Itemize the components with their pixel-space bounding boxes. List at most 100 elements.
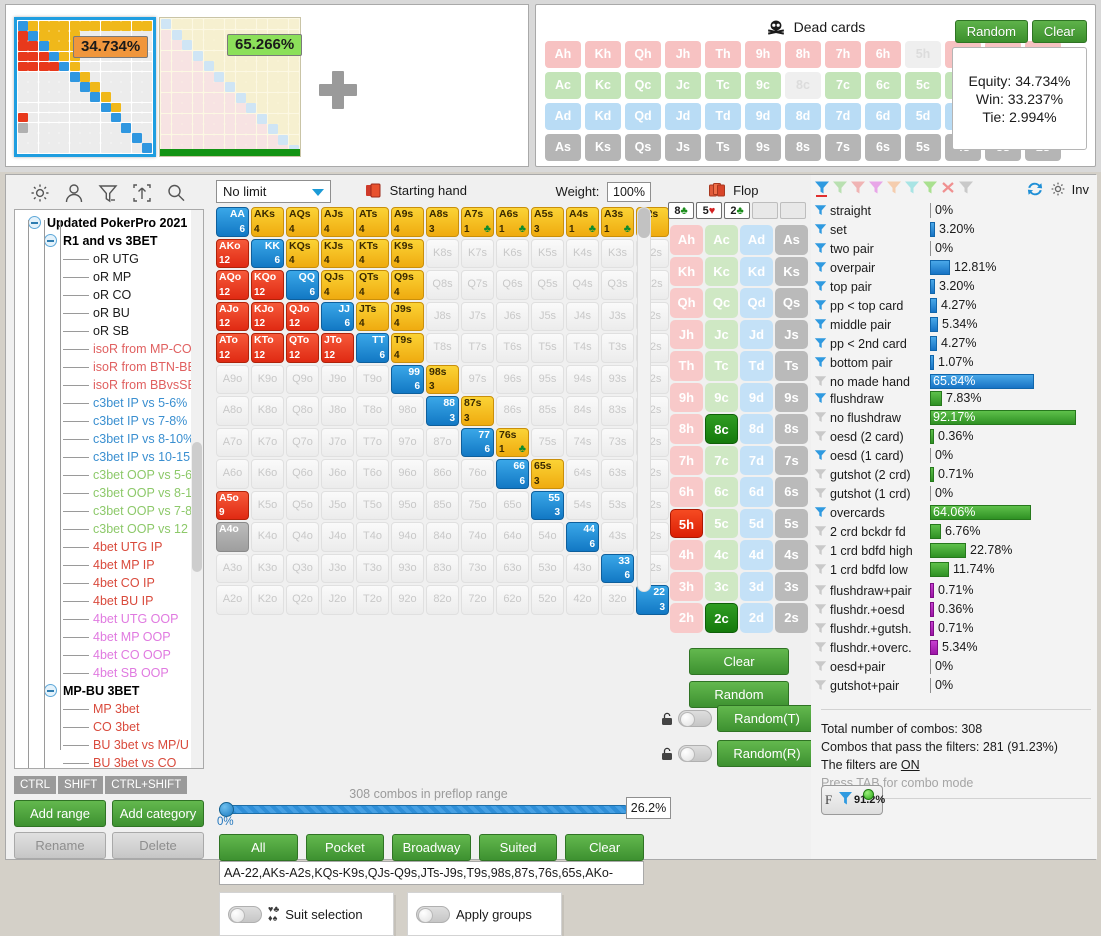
- board-card-2d[interactable]: 2d: [740, 603, 773, 633]
- board-card-9d[interactable]: 9d: [740, 382, 773, 412]
- hand-cell-98o[interactable]: 98o: [391, 396, 424, 426]
- dead-card-6s[interactable]: 6s: [865, 134, 901, 161]
- hand-cell-KQs[interactable]: KQs 4: [286, 238, 319, 268]
- hand-cell-86o[interactable]: 86o: [426, 459, 459, 489]
- hand-cell-43o[interactable]: 43o: [566, 553, 599, 583]
- hand-cell-A3s[interactable]: A3s 1 ♣: [601, 207, 634, 237]
- dead-card-5h[interactable]: 5h: [905, 41, 941, 68]
- filter-status-badge[interactable]: F 91.2%: [821, 785, 885, 815]
- board-card-8h[interactable]: 8h: [670, 414, 703, 444]
- hand-cell-Q9s[interactable]: Q9s 4: [391, 270, 424, 300]
- hand-cell-95s[interactable]: 95s: [531, 364, 564, 394]
- hand-cell-J4o[interactable]: J4o: [321, 522, 354, 552]
- filter-funnel-icon[interactable]: [814, 223, 827, 237]
- hand-cell-64o[interactable]: 64o: [496, 522, 529, 552]
- apply-groups-toggle[interactable]: [416, 905, 450, 923]
- board-card-As[interactable]: As: [775, 225, 808, 255]
- hand-cell-72o[interactable]: 72o: [461, 585, 494, 615]
- dead-card-6h[interactable]: 6h: [865, 41, 901, 68]
- board-card-4s[interactable]: 4s: [775, 540, 808, 570]
- hand-cell-Q7s[interactable]: Q7s: [461, 270, 494, 300]
- board-card-5h[interactable]: 5h: [670, 508, 703, 538]
- hand-matrix-grid[interactable]: AA 6 AKs 4 AQs 4 AJs 4 ATs 4 A9s 4 A8s 3 A7s 1 ♣ A6s 1 ♣ A5s…: [216, 207, 669, 615]
- hand-cell-A4o[interactable]: A4o: [216, 522, 249, 552]
- hand-cell-54o[interactable]: 54o: [531, 522, 564, 552]
- filter-funnel-icon[interactable]: [814, 622, 827, 636]
- hand-cell-Q5o[interactable]: Q5o: [286, 490, 319, 520]
- hand-cell-92o[interactable]: 92o: [391, 585, 424, 615]
- hand-cell-44[interactable]: 44 6: [566, 522, 599, 552]
- filter-funnel-icon[interactable]: [814, 679, 827, 693]
- board-card-8s[interactable]: 8s: [775, 414, 808, 444]
- range-text-input[interactable]: AA-22,AKs-A2s,KQs-K9s,QJs-Q9s,JTs-J9s,T9…: [219, 861, 644, 885]
- apply-groups-card[interactable]: Apply groups: [407, 892, 562, 936]
- dead-card-7c[interactable]: 7c: [825, 72, 861, 99]
- hand-cell-A7s[interactable]: A7s 1 ♣: [461, 207, 494, 237]
- dead-card-Qd[interactable]: Qd: [625, 103, 661, 130]
- filter-preset-icon-9[interactable]: [958, 180, 974, 197]
- hand-cell-55[interactable]: 55 3: [531, 490, 564, 520]
- hand-cell-98s[interactable]: 98s 3: [426, 364, 459, 394]
- hand-cell-Q6s[interactable]: Q6s: [496, 270, 529, 300]
- select-broadway-button[interactable]: Broadway: [392, 834, 471, 861]
- select-all-button[interactable]: All: [219, 834, 298, 861]
- filter-funnel-icon[interactable]: [814, 487, 827, 501]
- hand-cell-KQo[interactable]: KQo 12: [251, 270, 284, 300]
- dead-card-9c[interactable]: 9c: [745, 72, 781, 99]
- dead-card-Ts[interactable]: Ts: [705, 134, 741, 161]
- dead-card-Th[interactable]: Th: [705, 41, 741, 68]
- hand-cell-A4s[interactable]: A4s 1 ♣: [566, 207, 599, 237]
- dead-card-Kd[interactable]: Kd: [585, 103, 621, 130]
- hand-cell-J5o[interactable]: J5o: [321, 490, 354, 520]
- hand-cell-QTo[interactable]: QTo 12: [286, 333, 319, 363]
- hand-cell-T7s[interactable]: T7s: [461, 333, 494, 363]
- hand-cell-J4s[interactable]: J4s: [566, 301, 599, 331]
- hand-cell-T9s[interactable]: T9s 4: [391, 333, 424, 363]
- hand-cell-J3s[interactable]: J3s: [601, 301, 634, 331]
- dead-card-Tc[interactable]: Tc: [705, 72, 741, 99]
- board-card-Qc[interactable]: Qc: [705, 288, 738, 318]
- board-card-7s[interactable]: 7s: [775, 445, 808, 475]
- dead-card-9h[interactable]: 9h: [745, 41, 781, 68]
- board-card-4d[interactable]: 4d: [740, 540, 773, 570]
- hand-cell-QTs[interactable]: QTs 4: [356, 270, 389, 300]
- dead-card-Jc[interactable]: Jc: [665, 72, 701, 99]
- hand-cell-T2o[interactable]: T2o: [356, 585, 389, 615]
- delete-button[interactable]: Delete: [112, 832, 204, 859]
- hand-cell-JTo[interactable]: JTo 12: [321, 333, 354, 363]
- filter-preset-icon-2[interactable]: [832, 180, 848, 197]
- tree-collapse-toggle[interactable]: [44, 684, 57, 697]
- hand-cell-T5s[interactable]: T5s: [531, 333, 564, 363]
- board-card-4c[interactable]: 4c: [705, 540, 738, 570]
- hand-cell-73o[interactable]: 73o: [461, 553, 494, 583]
- dead-card-As[interactable]: As: [545, 134, 581, 161]
- board-card-3s[interactable]: 3s: [775, 571, 808, 601]
- hand-cell-65o[interactable]: 65o: [496, 490, 529, 520]
- hand-cell-T6s[interactable]: T6s: [496, 333, 529, 363]
- hand-cell-65s[interactable]: 65s 3: [531, 459, 564, 489]
- board-card-7c[interactable]: 7c: [705, 445, 738, 475]
- hand-cell-J6o[interactable]: J6o: [321, 459, 354, 489]
- board-card-Ks[interactable]: Ks: [775, 256, 808, 286]
- hand-cell-K8s[interactable]: K8s: [426, 238, 459, 268]
- hand-cell-J5s[interactable]: J5s: [531, 301, 564, 331]
- filter-funnel-icon[interactable]: [814, 584, 827, 598]
- hand-cell-TT[interactable]: TT 6: [356, 333, 389, 363]
- hand-cell-T7o[interactable]: T7o: [356, 427, 389, 457]
- hand-cell-AQo[interactable]: AQo 12: [216, 270, 249, 300]
- hand-cell-42o[interactable]: 42o: [566, 585, 599, 615]
- filter-preset-icon-5[interactable]: [886, 180, 902, 197]
- board-slot-5♥[interactable]: 5♥: [696, 202, 722, 219]
- hand-cell-A9o[interactable]: A9o: [216, 364, 249, 394]
- range-thumbnail-opponent[interactable]: 65.266%: [159, 17, 303, 157]
- random-river-toggle[interactable]: [678, 745, 712, 762]
- hand-cell-J8s[interactable]: J8s: [426, 301, 459, 331]
- dead-card-9d[interactable]: 9d: [745, 103, 781, 130]
- dead-card-Td[interactable]: Td: [705, 103, 741, 130]
- filter-funnel-icon[interactable]: [814, 261, 827, 275]
- hand-cell-K3s[interactable]: K3s: [601, 238, 634, 268]
- hand-cell-K2o[interactable]: K2o: [251, 585, 284, 615]
- select-suited-button[interactable]: Suited: [478, 834, 558, 861]
- flop-random-button[interactable]: Random: [689, 681, 789, 708]
- hand-cell-J7o[interactable]: J7o: [321, 427, 354, 457]
